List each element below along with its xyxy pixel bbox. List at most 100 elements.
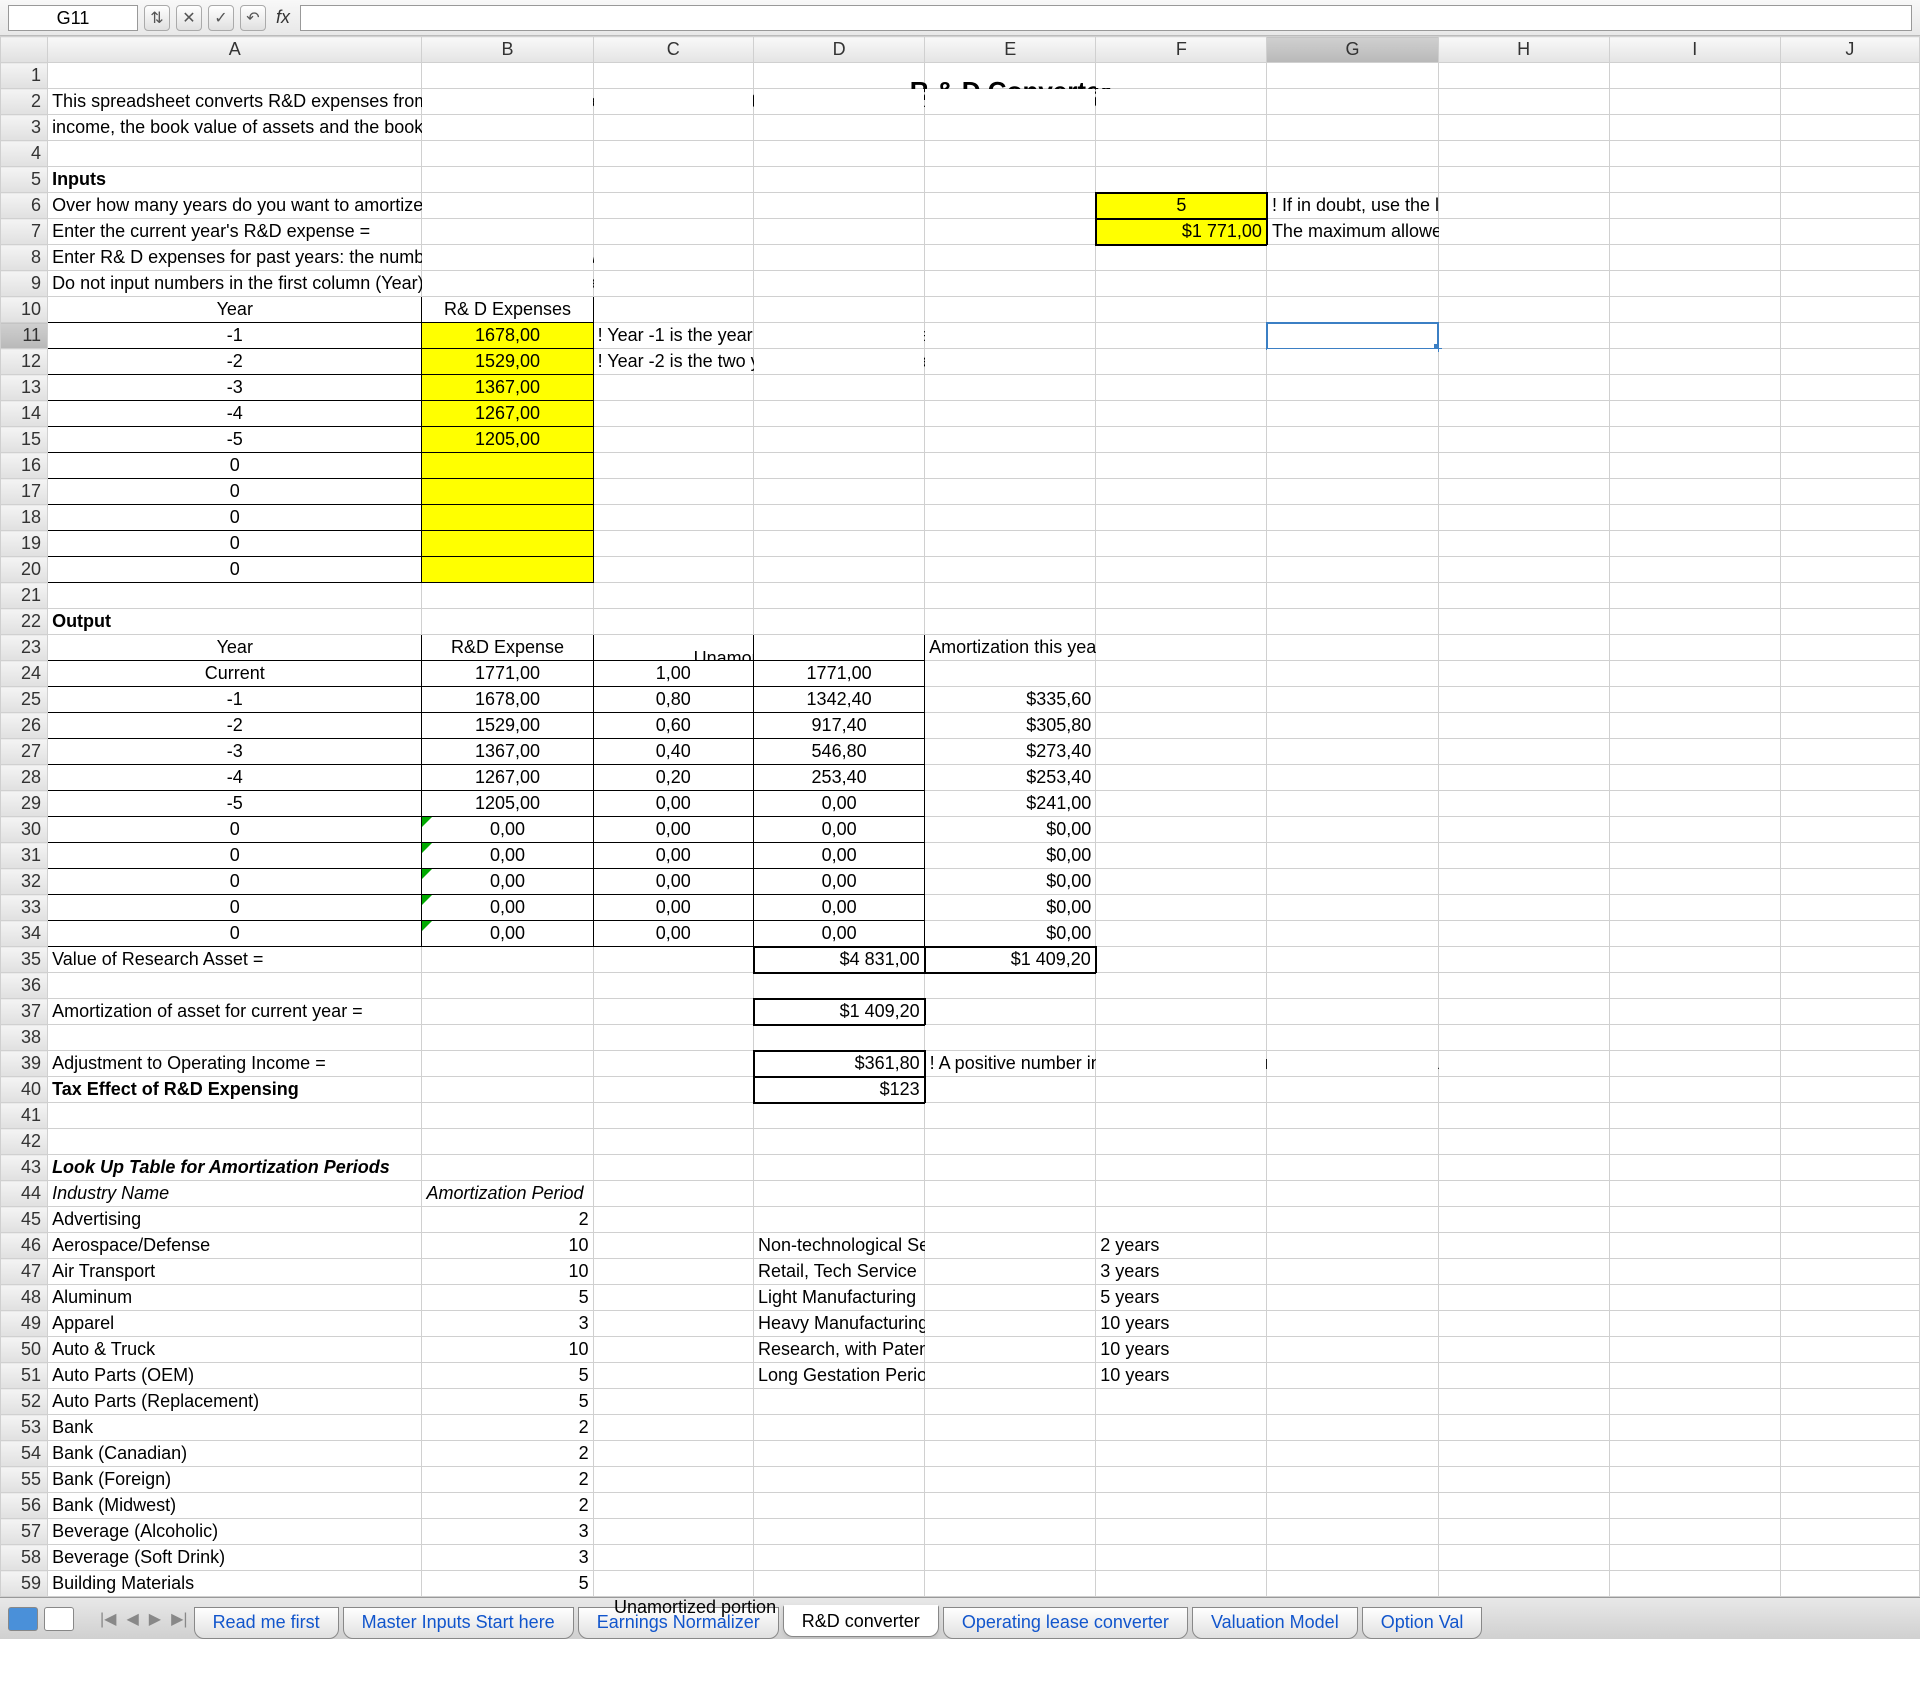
cell-F46[interactable]: 2 years (1096, 1233, 1267, 1259)
cell-C21[interactable] (593, 583, 753, 609)
cell-B30[interactable]: 0,00 (422, 817, 593, 843)
cell-H56[interactable] (1438, 1493, 1609, 1519)
cell-A58[interactable]: Beverage (Soft Drink) (48, 1545, 422, 1571)
cell-C58[interactable] (593, 1545, 753, 1571)
cell-A22[interactable]: Output (48, 609, 422, 635)
spreadsheet-grid[interactable]: ABCDEFGHIJ1R & D Converter2This spreadsh… (0, 36, 1920, 1639)
cell-D13[interactable] (754, 375, 925, 401)
cell-D11[interactable] (754, 323, 925, 349)
cell-J48[interactable] (1780, 1285, 1919, 1311)
cell-J32[interactable] (1780, 869, 1919, 895)
cell-J12[interactable] (1780, 349, 1919, 375)
cell-A20[interactable]: 0 (48, 557, 422, 583)
cell-C57[interactable] (593, 1519, 753, 1545)
row-header-51[interactable]: 51 (1, 1363, 48, 1389)
row-header-59[interactable]: 59 (1, 1571, 48, 1597)
cell-E36[interactable] (925, 973, 1096, 999)
cell-C43[interactable] (593, 1155, 753, 1181)
cell-F19[interactable] (1096, 531, 1267, 557)
cell-A23[interactable]: Year (48, 635, 422, 661)
cell-F8[interactable] (1096, 245, 1267, 271)
cell-G37[interactable] (1267, 999, 1438, 1025)
cell-H14[interactable] (1438, 401, 1609, 427)
cell-B9[interactable] (422, 271, 593, 297)
cell-D55[interactable] (754, 1467, 925, 1493)
row-header-38[interactable]: 38 (1, 1025, 48, 1051)
cell-F17[interactable] (1096, 479, 1267, 505)
cell-G23[interactable] (1267, 635, 1438, 661)
cell-A1[interactable] (48, 63, 422, 89)
cell-F37[interactable] (1096, 999, 1267, 1025)
cell-H46[interactable] (1438, 1233, 1609, 1259)
cell-F42[interactable] (1096, 1129, 1267, 1155)
cell-E5[interactable] (925, 167, 1096, 193)
cell-H5[interactable] (1438, 167, 1609, 193)
cell-B33[interactable]: 0,00 (422, 895, 593, 921)
cell-F1[interactable] (1096, 63, 1267, 89)
cell-C3[interactable] (593, 115, 753, 141)
row-header-28[interactable]: 28 (1, 765, 48, 791)
cell-I27[interactable] (1609, 739, 1780, 765)
cell-I32[interactable] (1609, 869, 1780, 895)
cell-I9[interactable] (1609, 271, 1780, 297)
cell-E43[interactable] (925, 1155, 1096, 1181)
cell-E4[interactable] (925, 141, 1096, 167)
cell-G53[interactable] (1267, 1415, 1438, 1441)
cell-F33[interactable] (1096, 895, 1267, 921)
cell-A15[interactable]: -5 (48, 427, 422, 453)
cell-C51[interactable] (593, 1363, 753, 1389)
cell-B42[interactable] (422, 1129, 593, 1155)
cell-E48[interactable] (925, 1285, 1096, 1311)
cell-I41[interactable] (1609, 1103, 1780, 1129)
cell-J5[interactable] (1780, 167, 1919, 193)
cell-E28[interactable]: $253,40 (925, 765, 1096, 791)
row-header-23[interactable]: 23 (1, 635, 48, 661)
cell-F14[interactable] (1096, 401, 1267, 427)
cell-I17[interactable] (1609, 479, 1780, 505)
cell-C45[interactable] (593, 1207, 753, 1233)
cell-J54[interactable] (1780, 1441, 1919, 1467)
cell-B41[interactable] (422, 1103, 593, 1129)
cell-E13[interactable] (925, 375, 1096, 401)
cell-I1[interactable] (1609, 63, 1780, 89)
cell-B55[interactable]: 2 (422, 1467, 593, 1493)
cell-H57[interactable] (1438, 1519, 1609, 1545)
cell-F25[interactable] (1096, 687, 1267, 713)
cell-G3[interactable] (1267, 115, 1438, 141)
cell-A26[interactable]: -2 (48, 713, 422, 739)
cell-H33[interactable] (1438, 895, 1609, 921)
col-header-corner[interactable] (1, 37, 48, 63)
cell-J7[interactable] (1780, 219, 1919, 245)
cell-C13[interactable] (593, 375, 753, 401)
accept-icon[interactable]: ✓ (208, 5, 234, 31)
cell-B11[interactable]: 1678,00 (422, 323, 593, 349)
col-header-A[interactable]: A (48, 37, 422, 63)
cell-E22[interactable] (925, 609, 1096, 635)
cell-E24[interactable] (925, 661, 1096, 687)
cell-J41[interactable] (1780, 1103, 1919, 1129)
row-header-7[interactable]: 7 (1, 219, 48, 245)
cell-A38[interactable] (48, 1025, 422, 1051)
cell-D50[interactable]: Research, with Patenting (754, 1337, 925, 1363)
cell-E9[interactable] (925, 271, 1096, 297)
cell-D28[interactable]: 253,40 (754, 765, 925, 791)
row-header-19[interactable]: 19 (1, 531, 48, 557)
cell-G34[interactable] (1267, 921, 1438, 947)
sheet-tab-operating-lease-converter[interactable]: Operating lease converter (943, 1607, 1188, 1639)
cell-H45[interactable] (1438, 1207, 1609, 1233)
cell-G19[interactable] (1267, 531, 1438, 557)
cell-E58[interactable] (925, 1545, 1096, 1571)
cell-I40[interactable] (1609, 1077, 1780, 1103)
cell-A40[interactable]: Tax Effect of R&D Expensing (48, 1077, 422, 1103)
cell-D29[interactable]: 0,00 (754, 791, 925, 817)
cell-D53[interactable] (754, 1415, 925, 1441)
cell-I50[interactable] (1609, 1337, 1780, 1363)
cell-C25[interactable]: 0,80 (593, 687, 753, 713)
cell-J34[interactable] (1780, 921, 1919, 947)
sheet-tab-valuation-model[interactable]: Valuation Model (1192, 1607, 1358, 1639)
cell-C24[interactable]: 1,00 (593, 661, 753, 687)
cell-I58[interactable] (1609, 1545, 1780, 1571)
cell-B18[interactable] (422, 505, 593, 531)
cell-J14[interactable] (1780, 401, 1919, 427)
cell-I13[interactable] (1609, 375, 1780, 401)
